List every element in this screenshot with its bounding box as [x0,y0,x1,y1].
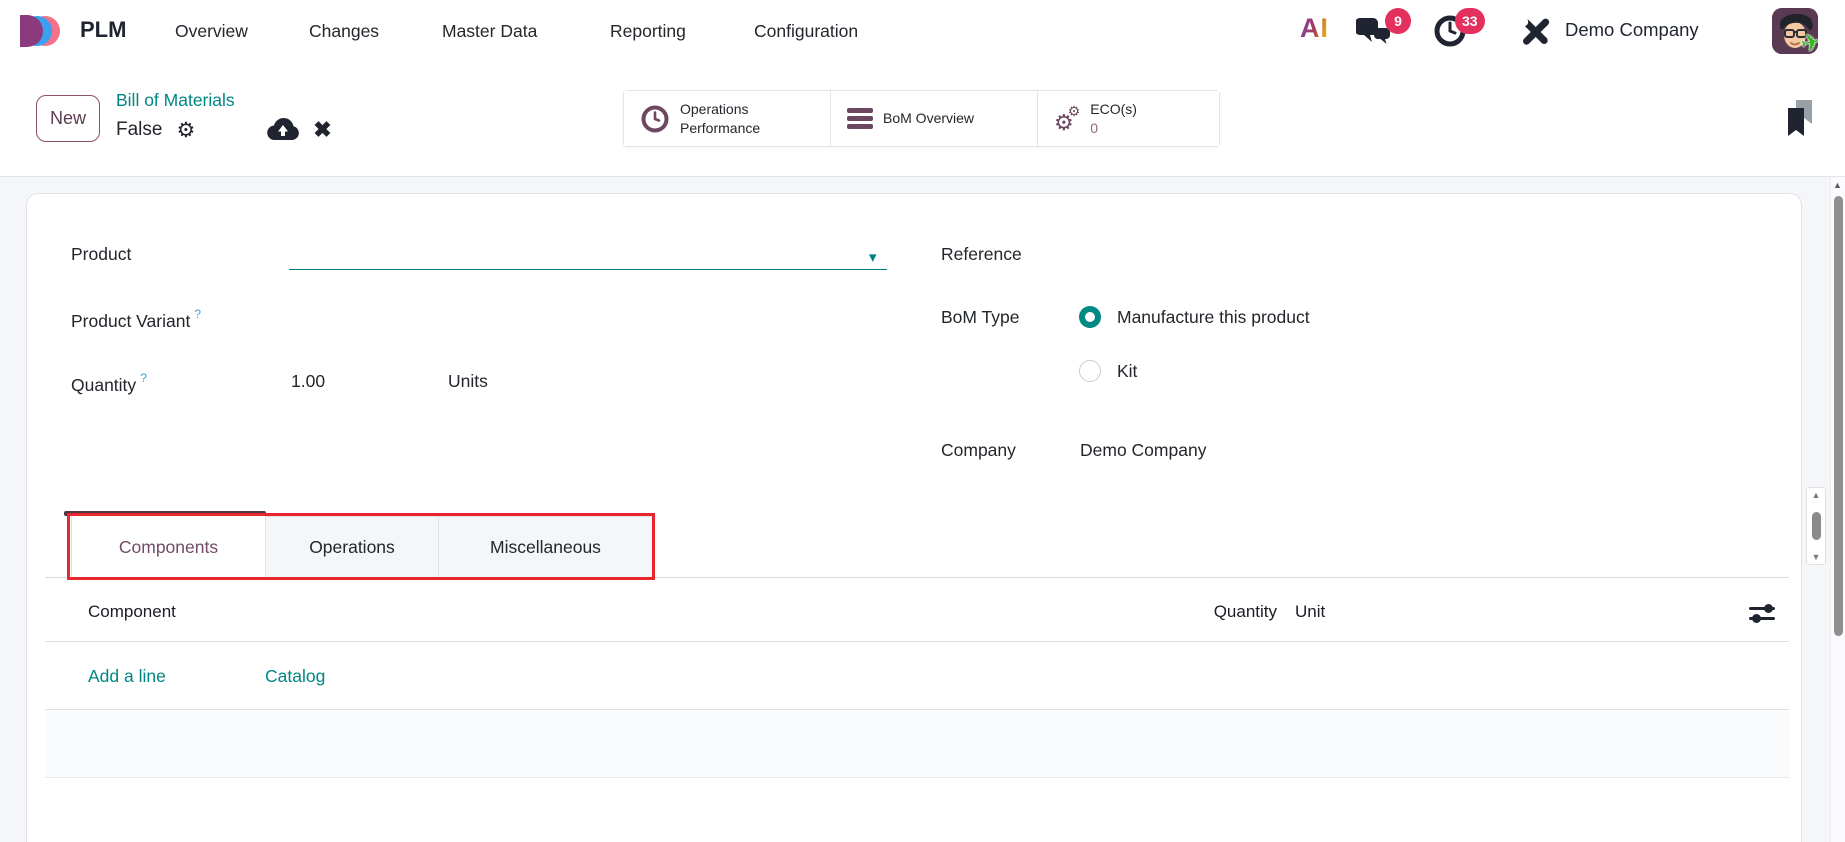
reference-label: Reference [941,244,1022,265]
content-area: Product ▾ Product Variant? Quantity? 1.0… [0,177,1845,842]
dropdown-caret-icon[interactable]: ▾ [869,248,877,266]
odoo-logo-icon[interactable] [14,11,60,51]
stat-button-group: Operations Performance BoM Overview ⚙⚙ E… [623,90,1220,147]
company-label: Company [941,440,1016,461]
radio-checked-icon[interactable] [1079,306,1101,328]
product-label: Product [71,244,131,265]
column-header-quantity[interactable]: Quantity [1151,602,1277,622]
product-input[interactable] [289,238,887,270]
list-icon [847,105,873,132]
nav-item-changes[interactable]: Changes [309,21,379,42]
control-panel: New Bill of Materials False ⚙ ✖ [0,62,1845,177]
tools-icon[interactable] [1518,16,1552,48]
stat-label: ECO(s) [1090,101,1137,117]
breadcrumb[interactable]: Bill of Materials [116,90,235,111]
column-header-component[interactable]: Component [88,602,176,622]
tabs-divider [45,577,1789,578]
inner-scrollbar[interactable]: ▲ ▼ [1806,487,1826,565]
form-sheet: Product ▾ Product Variant? Quantity? 1.0… [26,193,1802,842]
bom-overview-button[interactable]: BoM Overview [831,91,1038,146]
nav-item-reporting[interactable]: Reporting [610,21,686,42]
optional-columns-icon[interactable] [1749,604,1775,624]
bom-type-label: BoM Type [941,307,1019,328]
save-cloud-icon[interactable] [267,118,299,142]
plm-app-window: PLM Overview Changes Master Data Reporti… [0,0,1845,842]
catalog-link[interactable]: Catalog [265,666,325,687]
new-button[interactable]: New [36,95,100,142]
stat-label: Performance [680,120,760,136]
bom-type-option-manufacture[interactable]: Manufacture this product [1079,306,1310,328]
eco-button[interactable]: ⚙⚙ ECO(s) 0 [1038,91,1219,146]
scrollbar-thumb[interactable] [1812,512,1821,540]
product-variant-label: Product Variant? [71,307,201,332]
tab-operations[interactable]: Operations [266,516,439,578]
tab-components[interactable]: Components [71,516,266,578]
scroll-up-icon[interactable]: ▲ [1812,490,1821,500]
discard-icon[interactable]: ✖ [313,119,331,141]
quantity-value[interactable]: 1.00 [291,371,325,392]
add-line-link[interactable]: Add a line [88,666,166,687]
nav-item-master-data[interactable]: Master Data [442,21,537,42]
scroll-down-icon[interactable]: ▼ [1812,552,1821,562]
radio-unchecked-icon[interactable] [1079,360,1101,382]
gears-icon: ⚙⚙ [1054,104,1080,134]
help-icon: ? [140,371,147,385]
quantity-unit[interactable]: Units [448,371,488,392]
tab-miscellaneous[interactable]: Miscellaneous [439,516,653,578]
quantity-label: Quantity? [71,371,147,396]
column-header-unit[interactable]: Unit [1295,602,1325,622]
company-value[interactable]: Demo Company [1080,440,1206,461]
company-switcher[interactable]: Demo Company [1565,19,1699,41]
activities-badge: 33 [1455,8,1485,34]
messages-badge: 9 [1385,8,1411,34]
bom-type-option-kit[interactable]: Kit [1079,360,1137,382]
nav-item-overview[interactable]: Overview [175,21,248,42]
stat-label: Operations [680,101,748,117]
stat-value: 0 [1090,120,1098,136]
record-name: False [116,119,162,141]
bookmark-icon[interactable] [1780,98,1822,144]
browser-scrollbar[interactable]: ▲ [1830,177,1845,842]
operations-performance-button[interactable]: Operations Performance [624,91,831,146]
scrollbar-thumb[interactable] [1834,196,1843,636]
table-divider [45,641,1789,642]
user-avatar[interactable]: ✈ [1772,8,1818,54]
help-icon: ? [194,307,201,321]
gear-actions-icon[interactable]: ⚙ [176,120,195,141]
nav-item-configuration[interactable]: Configuration [754,21,858,42]
stat-label: BoM Overview [883,109,974,127]
app-name[interactable]: PLM [80,17,126,43]
clock-icon [640,104,670,134]
empty-list-stripe [45,710,1789,778]
ai-icon[interactable]: AI [1300,13,1329,44]
scroll-up-icon[interactable]: ▲ [1833,180,1842,190]
top-navbar: PLM Overview Changes Master Data Reporti… [0,0,1845,62]
